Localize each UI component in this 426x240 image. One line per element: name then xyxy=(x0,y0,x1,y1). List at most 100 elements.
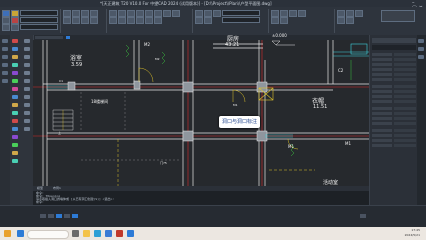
tool-icon[interactable] xyxy=(24,63,30,67)
tool-icon[interactable] xyxy=(24,103,30,107)
edge-icon[interactable] xyxy=(94,230,101,237)
visual-style-button[interactable] xyxy=(280,17,288,24)
menu-item-icon[interactable] xyxy=(2,71,8,75)
property-row[interactable] xyxy=(372,90,416,93)
tool-icon[interactable] xyxy=(24,87,30,91)
style-dropdown[interactable] xyxy=(222,10,260,16)
menu-toggle-icon[interactable] xyxy=(2,39,8,43)
osnap-toggle[interactable] xyxy=(72,214,78,218)
properties-button[interactable] xyxy=(11,17,19,24)
property-row[interactable] xyxy=(372,85,416,88)
command-window[interactable]: 命令: 命令: TOpening 请点取插入洞口的墙体或 [从已有洞口创建(S)… xyxy=(33,191,369,205)
menu-item-icon[interactable] xyxy=(2,47,8,51)
match-button[interactable] xyxy=(11,24,19,31)
property-row[interactable] xyxy=(372,117,416,120)
tool-icon[interactable] xyxy=(24,55,30,59)
property-row[interactable] xyxy=(372,73,416,76)
tool-icon[interactable] xyxy=(24,119,30,123)
scale-button[interactable] xyxy=(145,10,153,17)
mirror-button[interactable] xyxy=(136,10,144,17)
store-icon[interactable] xyxy=(105,230,112,237)
leader-button[interactable] xyxy=(213,10,221,17)
orbit-button[interactable] xyxy=(298,10,306,17)
room-roof-icon[interactable] xyxy=(12,71,18,75)
tool-icon[interactable] xyxy=(24,47,30,51)
elevation-icon[interactable] xyxy=(12,87,18,91)
tools-icon[interactable] xyxy=(12,135,18,139)
property-row[interactable] xyxy=(372,78,416,81)
publish-button[interactable] xyxy=(346,17,354,24)
property-row[interactable] xyxy=(372,122,416,125)
tool-icon[interactable] xyxy=(24,111,30,115)
dimension-button[interactable] xyxy=(90,17,98,24)
plot-button[interactable] xyxy=(337,17,345,24)
tool-icon[interactable] xyxy=(24,95,30,99)
add-tab-button[interactable] xyxy=(66,36,70,39)
settings-icon[interactable] xyxy=(360,214,366,218)
array-button[interactable] xyxy=(109,17,117,24)
object-selector[interactable] xyxy=(372,45,416,50)
layer-dropdown[interactable] xyxy=(20,10,58,16)
property-row[interactable] xyxy=(372,139,416,142)
stair-icon[interactable] xyxy=(12,79,18,83)
text-button[interactable] xyxy=(81,17,89,24)
property-row[interactable] xyxy=(372,129,416,132)
tool-icon[interactable] xyxy=(24,79,30,83)
draw-circle-button[interactable] xyxy=(81,10,89,17)
rotate-button[interactable] xyxy=(127,10,135,17)
hatch-button[interactable] xyxy=(72,17,80,24)
drawing-canvas[interactable]: 浴室 3.59 厨房 43.21 衣帽 11.51 18楼梯间 ±0.000 活… xyxy=(33,33,369,186)
view-button[interactable] xyxy=(271,10,279,17)
tool-icon[interactable] xyxy=(24,71,30,75)
property-row[interactable] xyxy=(372,53,416,56)
calculator-button[interactable] xyxy=(355,10,363,17)
block-button[interactable] xyxy=(195,17,203,24)
save-file-button[interactable] xyxy=(2,24,10,31)
explode-button[interactable] xyxy=(136,17,144,24)
pan-button[interactable] xyxy=(289,10,297,17)
draw-polyline-button[interactable] xyxy=(72,10,80,17)
chamfer-button[interactable] xyxy=(127,17,135,24)
menu-item-icon[interactable] xyxy=(2,79,8,83)
layout-icon[interactable] xyxy=(12,143,18,147)
task-view-icon[interactable] xyxy=(72,230,79,237)
property-row[interactable] xyxy=(372,100,416,103)
search-box[interactable] xyxy=(381,10,415,22)
polar-toggle[interactable] xyxy=(64,214,70,218)
column-icon[interactable] xyxy=(12,47,18,51)
layer-control-icon[interactable] xyxy=(12,127,18,131)
property-row[interactable] xyxy=(372,95,416,98)
side-tool-icon[interactable] xyxy=(418,39,424,43)
snap-toggle[interactable] xyxy=(40,214,46,218)
menu-item-icon[interactable] xyxy=(2,63,8,67)
move-button[interactable] xyxy=(109,10,117,17)
door-window-icon[interactable] xyxy=(12,63,18,67)
section-icon[interactable] xyxy=(12,95,18,99)
dimension-icon[interactable] xyxy=(12,111,18,115)
draw-arc-button[interactable] xyxy=(90,10,98,17)
command-input[interactable]: 命令: xyxy=(36,200,44,204)
drawing-tab[interactable] xyxy=(35,36,63,39)
menu-item-icon[interactable] xyxy=(2,55,8,59)
zoom-button[interactable] xyxy=(280,10,288,17)
extend-button[interactable] xyxy=(163,10,171,17)
property-row[interactable] xyxy=(372,107,416,110)
window-controls[interactable]: –▢✕ xyxy=(412,1,424,11)
scale-dropdown[interactable] xyxy=(222,17,260,23)
property-row[interactable] xyxy=(372,58,416,61)
quick-select-button[interactable] xyxy=(346,10,354,17)
color-dropdown[interactable] xyxy=(20,17,58,23)
measure-button[interactable] xyxy=(337,10,345,17)
offset-button[interactable] xyxy=(172,10,180,17)
help-icon[interactable] xyxy=(12,159,18,163)
app-icon[interactable] xyxy=(127,230,134,237)
axis-grid-icon[interactable] xyxy=(12,39,18,43)
viewport-button[interactable] xyxy=(271,17,279,24)
annotate-button[interactable] xyxy=(195,10,203,17)
taskbar-clock[interactable]: 17:45 2024/5/21 xyxy=(405,228,420,238)
table-button[interactable] xyxy=(204,10,212,17)
open-file-button[interactable] xyxy=(2,17,10,24)
file-explorer-icon[interactable] xyxy=(83,230,90,237)
draw-line-button[interactable] xyxy=(63,10,71,17)
taskbar-search[interactable] xyxy=(27,230,69,239)
